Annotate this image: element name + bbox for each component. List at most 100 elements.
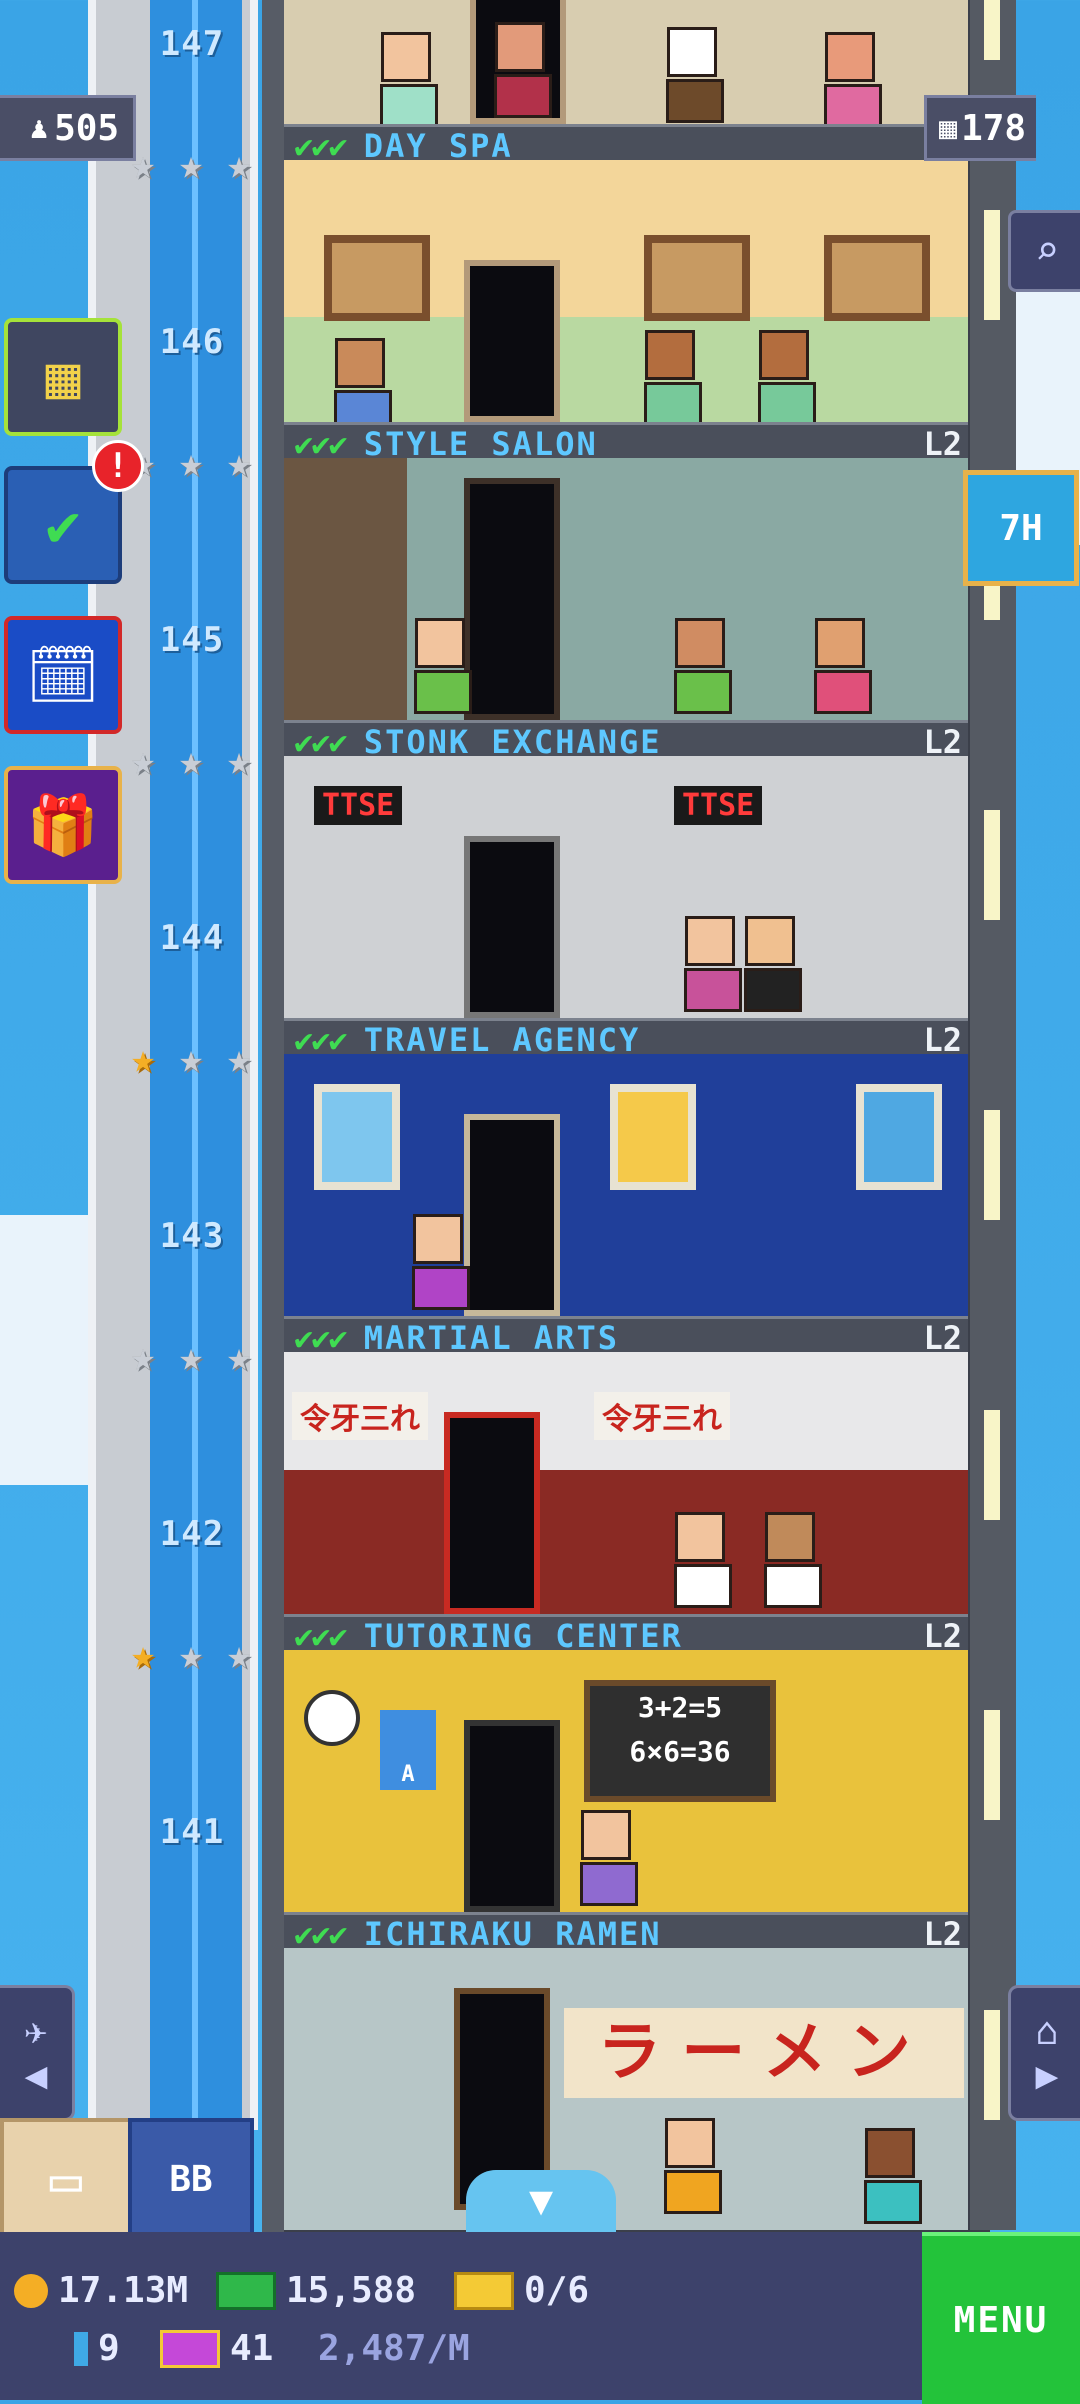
floor-stars: ★★★ (124, 440, 258, 486)
floor-number: 147 (159, 24, 225, 64)
star-icon: ★ (226, 1036, 252, 1082)
stock-sign: TTSE (674, 786, 763, 825)
scroll-down-button[interactable]: ▼ (466, 2170, 616, 2232)
timer-badge[interactable]: 7H (963, 470, 1079, 586)
floor-room[interactable]: ✔✔✔ STYLE SALON L2 (284, 160, 968, 463)
person-sprite (380, 32, 438, 124)
star-icon: ★ (226, 1632, 252, 1678)
building-icon: ▦ (45, 343, 81, 411)
travel-poster (610, 1084, 696, 1190)
floor-build-button[interactable]: ▦ (4, 318, 122, 436)
person-sprite (664, 2118, 722, 2214)
person-sprite (644, 330, 702, 422)
floor-room[interactable]: ✔✔✔ STONK EXCHANGE L2 (284, 458, 968, 761)
vip-display[interactable]: 9 (74, 2328, 120, 2369)
bux-display[interactable]: 15,588 (216, 2270, 416, 2311)
storage-button[interactable]: ▭ (0, 2118, 132, 2240)
person-sprite (666, 27, 724, 123)
vip-value: 9 (98, 2328, 120, 2369)
floor-stars: ★ ★ ★ (124, 1632, 258, 1678)
floor-label-bar: ✔✔✔ MARTIAL ARTS L2 (284, 1316, 968, 1357)
star-icon: ★ (178, 1036, 204, 1082)
star-icon: ★ (178, 1334, 204, 1380)
gift-icon: 🎁 (26, 790, 100, 859)
magnifier-icon: ⌕ (1034, 228, 1060, 274)
menu-button[interactable]: MENU (922, 2232, 1080, 2404)
golden-tickets-display[interactable]: 41 (160, 2328, 273, 2369)
golden-ticket-icon (160, 2329, 220, 2368)
bb-button[interactable]: BB (128, 2118, 254, 2240)
floor-number: 142 (159, 1514, 225, 1554)
person-sprite (684, 916, 742, 1012)
person-sprite (764, 1512, 822, 1608)
gift-button[interactable]: 🎁 (4, 766, 122, 884)
star-icon: ★ (130, 1036, 156, 1082)
star-icon: ★ (178, 1632, 204, 1678)
wall-painting (324, 235, 430, 321)
person-sprite (334, 338, 392, 422)
plane-icon: ✈ (24, 2009, 48, 2053)
floor-label-bar: ✔✔✔ TUTORING CENTER L2 (284, 1614, 968, 1655)
star-icon: ★ (178, 142, 204, 188)
person-icon: ♟ (30, 110, 49, 146)
star-icon: ★ (226, 738, 252, 784)
chevron-down-icon: ▼ (528, 2178, 554, 2224)
star-icon: ★ (226, 142, 252, 188)
golden-tickets-value: 41 (230, 2328, 274, 2369)
floor-stars: ★★★ (124, 738, 258, 784)
home-icon: ⌂ (1035, 2009, 1059, 2053)
tickets-display[interactable]: 0/6 (454, 2270, 589, 2311)
floor-room[interactable]: A 3+2=5 6×6=36 ✔✔✔ ICHIRAKU RAMEN L2 (284, 1650, 968, 1953)
floor-stars: ★★★ (124, 142, 258, 188)
floors-badge[interactable]: ▦ 178 (924, 95, 1037, 161)
chalkboard: 3+2=5 6×6=36 (584, 1680, 776, 1802)
person-sprite (744, 916, 802, 1012)
floor-number: 141 (159, 1812, 225, 1852)
search-button[interactable]: ⌕ (1008, 210, 1080, 292)
star-icon: ★ (130, 1632, 156, 1678)
floor-room[interactable]: 令牙三れ 令牙三れ ✔✔✔ TUTORING CENTER L2 (284, 1352, 968, 1655)
floor-stars: ★ ★ ★ (124, 1036, 258, 1082)
elevator-prev-button[interactable]: ✈ ◀ (0, 1985, 75, 2121)
star-icon: ★ (226, 1334, 252, 1380)
person-sprite (580, 1810, 638, 1906)
apple-poster: A (380, 1710, 436, 1790)
tickets-value: 0/6 (524, 2270, 590, 2311)
population-badge[interactable]: ♟ 505 (0, 95, 137, 161)
star-icon: ★ (130, 738, 156, 784)
checklist-icon: ✔ (45, 491, 81, 559)
chevron-right-icon: ▶ (1035, 2053, 1059, 2097)
travel-poster (314, 1084, 400, 1190)
floor-number: 145 (159, 620, 225, 660)
building-icon: ▦ (939, 110, 958, 146)
coin-icon (14, 2273, 48, 2308)
floor-room[interactable]: ✔✔✔ MARTIAL ARTS L2 (284, 1054, 968, 1357)
calendar-button[interactable]: 🗓 (4, 616, 122, 734)
star-icon: ★ (178, 440, 204, 486)
coins-display[interactable]: 17.13M (14, 2270, 188, 2311)
elevator-next-button[interactable]: ⌂ ▶ (1008, 1985, 1080, 2121)
floor-room[interactable]: ラーメン (284, 1948, 968, 2230)
floor-stars: ★ ★ ★ (124, 1334, 258, 1380)
notification-badge: ! (92, 440, 144, 492)
floor-label-bar: ✔✔✔ STYLE SALON L2 (284, 422, 968, 463)
person-sprite (864, 2128, 922, 2224)
chalk-line: 6×6=36 (629, 1735, 731, 1768)
person-sprite (814, 618, 872, 714)
person-sprite (674, 618, 732, 714)
person-sprite (758, 330, 816, 422)
person-sprite (824, 32, 882, 124)
floor-label-bar: ✔✔✔ STONK EXCHANGE L2 (284, 720, 968, 761)
floor-room[interactable]: TTSE TTSE ✔✔✔ TRAVEL AGENCY L2 (284, 756, 968, 1059)
calendar-icon: 🗓 (26, 640, 100, 709)
dojo-sign: 令牙三れ (292, 1392, 428, 1440)
star-icon: ★ (130, 1334, 156, 1380)
dojo-sign: 令牙三れ (594, 1392, 730, 1440)
floor-label-bar: ✔✔✔ DAY SPA L2 (284, 124, 968, 165)
box-icon: ▭ (49, 2147, 83, 2211)
coins-value: 17.13M (58, 2270, 189, 2311)
clock-icon (304, 1690, 360, 1746)
floor-room-partial[interactable]: ✔✔✔ DAY SPA L2 (284, 0, 968, 165)
star-icon: ★ (226, 440, 252, 486)
wall-painting (824, 235, 930, 321)
